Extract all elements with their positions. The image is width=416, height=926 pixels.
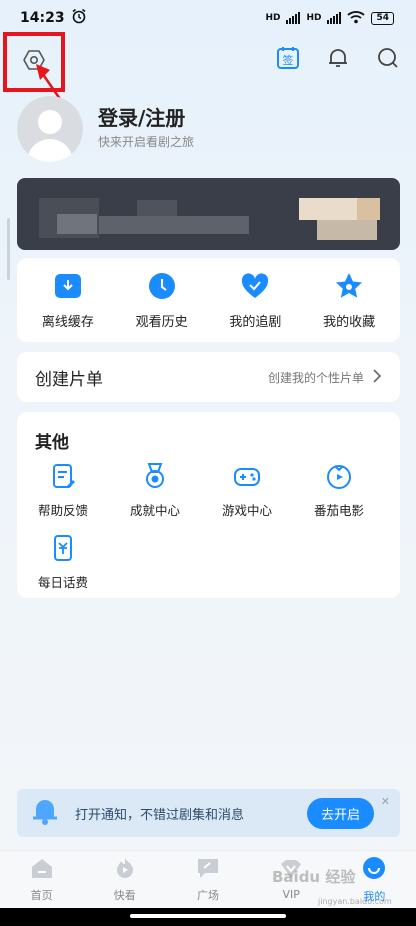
home-icon (30, 857, 54, 883)
notification-prompt-text: 打开通知，不错过剧集和消息 (75, 807, 245, 823)
flame-icon (113, 857, 137, 883)
square-icon (196, 857, 220, 883)
wifi-icon (347, 10, 366, 27)
other-item-label: 成就中心 (129, 503, 180, 518)
bell-icon (31, 796, 59, 830)
tab-home[interactable]: 首页 (7, 857, 77, 903)
signal-icon (286, 12, 301, 24)
feedback-icon (49, 462, 77, 494)
sign-in-icon[interactable]: 签 (274, 44, 302, 72)
quick-actions-card: 离线缓存 观看历史 我的追剧 我的收藏 (17, 258, 400, 342)
login-subtitle: 快来开启看剧之旅 (98, 135, 195, 149)
search-icon[interactable] (374, 44, 402, 72)
tab-label: VIP (282, 888, 300, 901)
create-playlist-action[interactable]: 创建我的个性片单 (267, 368, 382, 386)
create-playlist-row[interactable]: 创建片单 创建我的个性片单 (17, 352, 400, 402)
watermark-url: jingyan.baidu.com (318, 897, 392, 906)
quick-action-label: 我的收藏 (323, 314, 376, 330)
header-actions: 签 (274, 44, 402, 72)
other-item-games[interactable]: 游戏中心 (201, 462, 293, 519)
vip-banner[interactable] (17, 178, 400, 250)
login-register-link[interactable]: 登录/注册 (98, 102, 185, 131)
quick-action-label: 观看历史 (135, 314, 188, 330)
other-services-card: 其他 帮助反馈 成就中心 游戏中心 番茄电影 每日话费 (17, 412, 400, 598)
quick-action-label: 离线缓存 (41, 314, 94, 330)
status-bar: 14:23 HD HD 54 (0, 0, 416, 36)
enable-notifications-button[interactable]: 去开启 (306, 797, 374, 829)
quick-action-history[interactable]: 观看历史 (117, 271, 207, 330)
heart-icon (240, 271, 270, 305)
battery-icon: 54 (371, 11, 394, 25)
tomato-icon (325, 462, 353, 494)
alarm-icon (71, 8, 87, 28)
other-item-phone-bill[interactable]: 每日话费 (17, 534, 109, 591)
download-icon (53, 271, 83, 305)
bell-icon[interactable] (324, 44, 352, 72)
other-item-label: 游戏中心 (221, 503, 272, 518)
tab-label: 广场 (196, 888, 219, 902)
network-label-2: HD (306, 13, 322, 23)
other-section-title: 其他 (35, 433, 69, 453)
other-item-achievements[interactable]: 成就中心 (109, 462, 201, 519)
me-icon (362, 856, 386, 884)
other-item-label: 帮助反馈 (37, 503, 88, 518)
quick-action-label: 我的追剧 (229, 314, 282, 330)
chevron-right-icon (372, 368, 382, 386)
clock-icon (147, 271, 177, 305)
quick-action-favorites[interactable]: 我的收藏 (304, 271, 394, 330)
signal-icon-2 (327, 12, 342, 24)
other-item-feedback[interactable]: 帮助反馈 (17, 462, 109, 519)
gamepad-icon (233, 462, 261, 494)
create-playlist-title: 创建片单 (35, 369, 103, 390)
avatar[interactable] (17, 96, 83, 162)
quick-action-following[interactable]: 我的追剧 (210, 271, 300, 330)
create-playlist-hint: 创建我的个性片单 (267, 370, 364, 385)
tab-square[interactable]: 广场 (173, 857, 243, 903)
status-time: 14:23 (20, 10, 65, 26)
quick-action-offline-cache[interactable]: 离线缓存 (23, 271, 113, 330)
tab-label: 快看 (113, 888, 136, 902)
close-icon[interactable]: ✕ (381, 795, 390, 808)
tab-quick-watch[interactable]: 快看 (90, 857, 160, 903)
notification-prompt: 打开通知，不错过剧集和消息 去开启 ✕ (17, 789, 400, 837)
other-item-label: 每日话费 (37, 575, 88, 590)
tab-label: 首页 (30, 888, 53, 902)
system-nav-bar (0, 908, 416, 926)
watermark-brand: Baidu 经验 (272, 868, 356, 886)
scroll-indicator (7, 218, 10, 280)
other-item-tomato-movie[interactable]: 番茄电影 (293, 462, 385, 519)
network-label-1: HD (265, 13, 281, 23)
medal-icon (141, 462, 169, 494)
phone-bill-icon (49, 534, 77, 566)
home-gesture-bar[interactable] (130, 914, 286, 918)
other-item-label: 番茄电影 (313, 503, 364, 518)
sign-label: 签 (283, 53, 294, 67)
star-icon (334, 271, 364, 305)
